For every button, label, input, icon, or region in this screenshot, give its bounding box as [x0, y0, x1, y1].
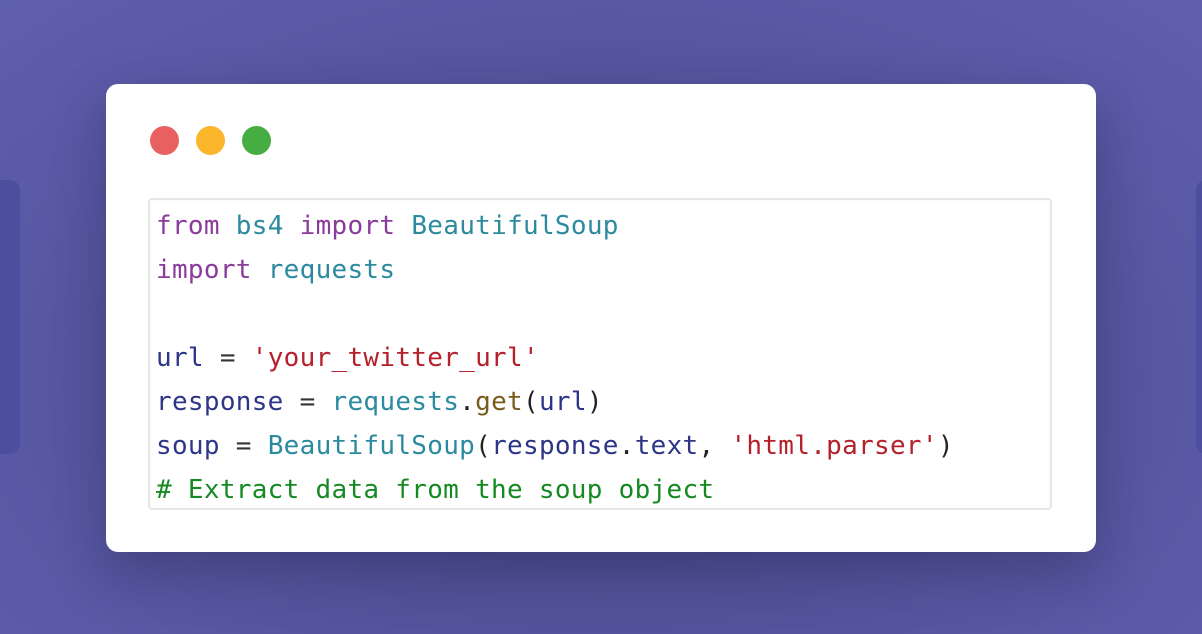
code-line: response = requests.get(url) [156, 380, 954, 424]
code-line: # Extract data from the soup object [156, 468, 954, 512]
code-token-punc: . [618, 431, 635, 461]
code-token-var: url [156, 343, 204, 373]
background-card-left [0, 180, 20, 454]
code-token-cmt: # Extract data from the soup object [156, 475, 715, 505]
code-token-op: = [219, 431, 268, 461]
code-token-op [252, 255, 268, 285]
code-token-op [220, 211, 236, 241]
code-block: from bs4 import BeautifulSoup import requ… [148, 198, 1052, 510]
code-token-var: response [156, 387, 284, 417]
window-controls [150, 126, 271, 155]
code-token-str: 'html.parser' [730, 431, 938, 461]
code-token-kw: import [299, 211, 396, 241]
code-token-kw: from [156, 211, 220, 241]
code-token-punc: ) [586, 387, 603, 417]
code-line: from bs4 import BeautifulSoup [156, 204, 954, 248]
code-line: url = 'your_twitter_url' [156, 336, 954, 380]
code-window: from bs4 import BeautifulSoup import requ… [106, 84, 1096, 552]
code-line: soup = BeautifulSoup(response.text, 'htm… [156, 424, 954, 468]
code-content: from bs4 import BeautifulSoup import requ… [156, 204, 954, 512]
code-token-var: response [491, 431, 619, 461]
code-token-punc: ) [937, 431, 954, 461]
code-token-punc: ( [523, 387, 539, 417]
code-token-op [395, 211, 411, 241]
minimize-dot-icon[interactable] [196, 126, 225, 155]
code-token-punc: , [698, 431, 731, 461]
code-token-mod: BeautifulSoup [411, 211, 619, 241]
code-token-kw: import [156, 255, 252, 285]
code-token-var: url [538, 387, 587, 417]
code-token-var: text [634, 431, 699, 461]
background-card-right [1196, 180, 1202, 454]
code-token-op: = [283, 387, 332, 417]
maximize-dot-icon[interactable] [242, 126, 271, 155]
code-token-str: 'your_twitter_url' [251, 343, 539, 373]
code-token-mod: requests [331, 387, 460, 417]
code-token-op: = [203, 343, 252, 373]
code-token-op [284, 211, 300, 241]
code-token-punc: . [459, 387, 476, 417]
code-token-punc: ( [475, 431, 492, 461]
code-token-mod: requests [267, 255, 396, 285]
code-token-fn: get [475, 387, 523, 417]
code-line: import requests [156, 248, 954, 292]
close-dot-icon[interactable] [150, 126, 179, 155]
code-token-mod: BeautifulSoup [267, 431, 476, 461]
code-token-mod: bs4 [235, 211, 284, 241]
code-token-var: soup [156, 431, 220, 461]
